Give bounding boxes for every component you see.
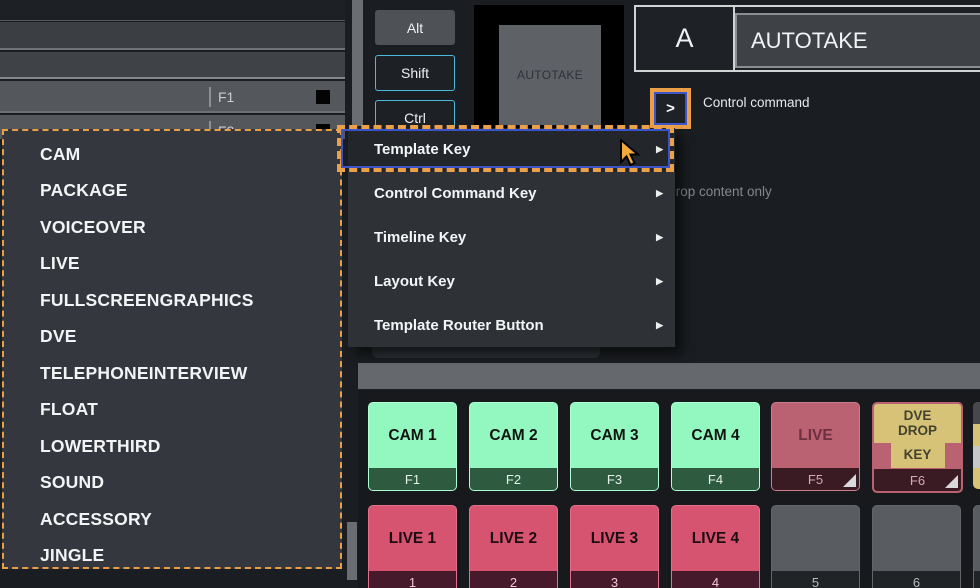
key-label: LIVE 4 — [672, 506, 759, 571]
grid-key-cam1[interactable]: CAM 1 F1 — [368, 402, 457, 491]
menu-item-jingle[interactable]: JINGLE — [4, 538, 340, 575]
submenu-arrow-icon: ▶ — [656, 276, 663, 287]
key-shortcut: F3 — [571, 468, 658, 490]
context-item-layout-key[interactable]: Layout Key ▶ — [348, 259, 675, 303]
menu-item-cam[interactable]: CAM — [4, 136, 340, 173]
menu-item-telephoneinterview[interactable]: TELEPHONEINTERVIEW — [4, 355, 340, 392]
corner-triangle-icon — [843, 474, 856, 487]
key-label: CAM 2 — [470, 403, 557, 468]
grid-key-partial[interactable] — [973, 402, 980, 489]
alt-button[interactable]: Alt — [375, 10, 455, 45]
grid-key-dve-drop-key[interactable]: DVE DROP KEY F6 — [872, 402, 963, 493]
key-preview-label: AUTOTAKE — [499, 25, 601, 125]
table-header-bar — [0, 0, 345, 21]
key-shortcut: 3 — [571, 571, 658, 588]
menu-item-sound[interactable]: SOUND — [4, 465, 340, 502]
key-shortcut: 2 — [470, 571, 557, 588]
key-letter: A — [636, 7, 733, 70]
key-label — [974, 506, 980, 571]
key-shortcut-text: F6 — [910, 473, 925, 488]
drop-content-hint: Drop content only — [666, 184, 772, 199]
template-type-menu: CAM PACKAGE VOICEOVER LIVE FULLSCREENGRA… — [2, 129, 342, 569]
key-label-line: DVE — [874, 408, 961, 423]
grid-key-live3[interactable]: LIVE 3 3 — [570, 505, 659, 588]
menu-item-live[interactable]: LIVE — [4, 246, 340, 283]
context-item-label: Layout Key — [374, 273, 455, 290]
silver-stripe — [973, 446, 980, 468]
submenu-arrow-icon: ▶ — [656, 232, 663, 243]
grid-key-live2[interactable]: LIVE 2 2 — [469, 505, 558, 588]
key-shortcut — [973, 402, 980, 424]
table-row-empty-1[interactable] — [0, 22, 345, 50]
key-label: LIVE 3 — [571, 506, 658, 571]
key-shortcut: F4 — [672, 468, 759, 490]
column-divider — [209, 87, 211, 107]
key-shortcut: 6 — [873, 571, 960, 588]
grid-key-partial[interactable] — [973, 505, 980, 588]
key-label: CAM 4 — [672, 403, 759, 468]
checkbox-icon[interactable] — [316, 90, 330, 104]
key-shortcut: 4 — [672, 571, 759, 588]
scrollbar-thumb[interactable] — [352, 0, 363, 126]
control-command-label: Control command — [703, 95, 810, 110]
key-label: LIVE — [772, 403, 859, 468]
menu-item-accessory[interactable]: ACCESSORY — [4, 501, 340, 538]
menu-item-float[interactable]: FLOAT — [4, 392, 340, 429]
menu-item-dve[interactable]: DVE — [4, 319, 340, 356]
grid-key-6[interactable]: 6 — [872, 505, 961, 588]
mouse-cursor-icon — [618, 139, 642, 167]
key-label-line: DROP — [874, 423, 961, 438]
key-shortcut: F6 — [874, 469, 961, 491]
key-label: LIVE 2 — [470, 506, 557, 571]
key-label-line: KEY — [891, 440, 945, 468]
key-shortcut: F5 — [772, 468, 859, 490]
key-label: LIVE 1 — [369, 506, 456, 571]
key-shortcut: F2 — [470, 468, 557, 490]
key-shortcut: 5 — [772, 571, 859, 588]
submenu-arrow-icon: ▶ — [656, 188, 663, 199]
context-item-template-router-button[interactable]: Template Router Button ▶ — [348, 303, 675, 347]
table-row-empty-2[interactable] — [0, 52, 345, 79]
key-shortcut — [974, 571, 980, 588]
key-shortcut-text: F5 — [808, 472, 823, 487]
expand-control-command-button[interactable]: > — [654, 92, 687, 125]
context-item-control-command-key[interactable]: Control Command Key ▶ — [348, 172, 675, 216]
grid-key-cam3[interactable]: CAM 3 F3 — [570, 402, 659, 491]
grid-key-live[interactable]: LIVE F5 — [771, 402, 860, 491]
grid-key-cam2[interactable]: CAM 2 F2 — [469, 402, 558, 491]
scrollbar-thumb[interactable] — [347, 522, 357, 580]
key-label — [873, 506, 960, 571]
menu-item-package[interactable]: PACKAGE — [4, 173, 340, 210]
menu-item-fullscreengraphics[interactable]: FULLSCREENGRAPHICS — [4, 282, 340, 319]
grid-key-live1[interactable]: LIVE 1 1 — [368, 505, 457, 588]
key-shortcut: F1 — [369, 468, 456, 490]
app-window: F1 F2 Alt Shift Ctrl AUTOTAKE A AUTOTAKE… — [0, 0, 980, 588]
key-name-field[interactable]: AUTOTAKE — [735, 13, 980, 68]
menu-item-voiceover[interactable]: VOICEOVER — [4, 209, 340, 246]
grid-key-live4[interactable]: LIVE 4 4 — [671, 505, 760, 588]
key-preview-tile: AUTOTAKE — [474, 5, 624, 135]
key-label — [772, 506, 859, 571]
menu-item-lowerthird[interactable]: LOWERTHIRD — [4, 428, 340, 465]
grid-key-cam4[interactable]: CAM 4 F4 — [671, 402, 760, 491]
submenu-arrow-icon: ▶ — [656, 320, 663, 331]
shortcut-editor-panel: A AUTOTAKE — [634, 5, 980, 72]
grid-header-band — [358, 363, 980, 389]
grid-key-5[interactable]: 5 — [771, 505, 860, 588]
context-item-label: Template Router Button — [374, 317, 544, 334]
key-label: CAM 3 — [571, 403, 658, 468]
key-shortcut: 1 — [369, 571, 456, 588]
context-item-label: Timeline Key — [374, 229, 466, 246]
table-row[interactable]: F1 — [0, 81, 345, 113]
context-item-label: Control Command Key — [374, 185, 537, 202]
context-item-timeline-key[interactable]: Timeline Key ▶ — [348, 216, 675, 260]
key-label: CAM 1 — [369, 403, 456, 468]
corner-triangle-icon — [945, 475, 958, 488]
shortcut-cell: F1 — [218, 81, 234, 113]
shift-button[interactable]: Shift — [375, 55, 455, 91]
